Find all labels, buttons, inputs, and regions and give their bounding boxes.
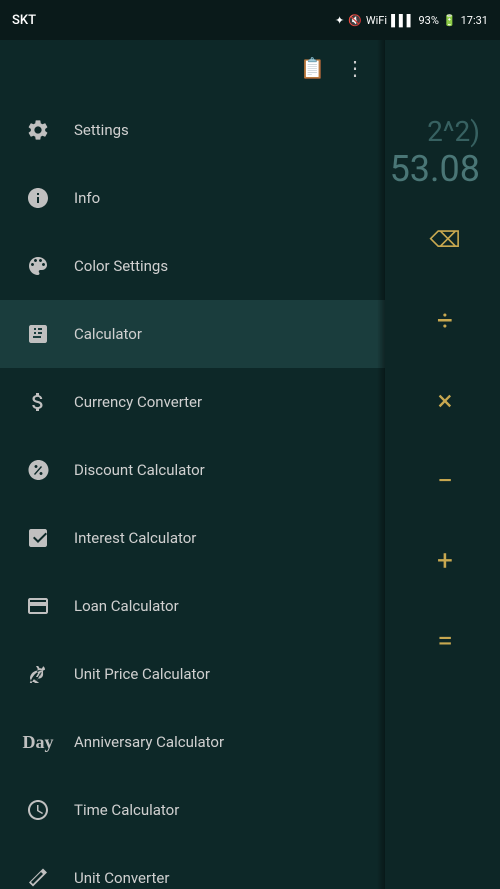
- discount-calculator-label: Discount Calculator: [74, 461, 205, 479]
- currency-icon: [16, 380, 60, 424]
- menu-item-loan-calculator[interactable]: Loan Calculator: [0, 572, 385, 640]
- clock-icon: [16, 788, 60, 832]
- mute-icon: 🔇: [348, 14, 362, 27]
- battery-label: 93%: [418, 14, 438, 27]
- subtract-button[interactable]: −: [410, 445, 480, 515]
- color-settings-label: Color Settings: [74, 257, 168, 275]
- drawer-toolbar: 📋 ⋮: [0, 40, 385, 96]
- currency-converter-label: Currency Converter: [74, 393, 202, 411]
- equals-button[interactable]: =: [410, 605, 480, 675]
- discount-icon: [16, 448, 60, 492]
- more-options-icon[interactable]: ⋮: [335, 46, 375, 90]
- unit-price-calculator-label: Unit Price Calculator: [74, 665, 210, 683]
- add-button[interactable]: +: [410, 525, 480, 595]
- menu-item-info[interactable]: Info: [0, 164, 385, 232]
- settings-icon: [16, 108, 60, 152]
- calculator-label: Calculator: [74, 325, 142, 343]
- anniversary-calculator-label: Anniversary Calculator: [74, 733, 224, 751]
- carrier-label: SKT: [12, 13, 36, 28]
- loan-calculator-label: Loan Calculator: [74, 597, 179, 615]
- multiply-button[interactable]: ×: [410, 365, 480, 435]
- menu-item-anniversary-calculator[interactable]: Day Anniversary Calculator: [0, 708, 385, 776]
- color-settings-icon: [16, 244, 60, 288]
- menu-item-unit-price-calculator[interactable]: Unit Price Calculator: [0, 640, 385, 708]
- interest-calculator-label: Interest Calculator: [74, 529, 196, 547]
- info-label: Info: [74, 189, 100, 207]
- backspace-button[interactable]: ⌫: [410, 205, 480, 275]
- menu-item-interest-calculator[interactable]: Interest Calculator: [0, 504, 385, 572]
- bluetooth-icon: ✦: [335, 14, 344, 27]
- unit-converter-label: Unit Converter: [74, 869, 169, 887]
- menu-item-unit-converter[interactable]: Unit Converter: [0, 844, 385, 889]
- menu-item-calculator[interactable]: Calculator: [0, 300, 385, 368]
- settings-label: Settings: [74, 121, 129, 139]
- clipboard-icon[interactable]: 📋: [290, 46, 335, 90]
- status-icons: ✦ 🔇 WiFi ▌▌▌ 93% 🔋 17:31: [335, 14, 488, 27]
- calc-expression: 2^2): [427, 115, 480, 148]
- menu-item-time-calculator[interactable]: Time Calculator: [0, 776, 385, 844]
- navigation-drawer: 📋 ⋮ Settings Info: [0, 40, 385, 889]
- battery-icon: 🔋: [443, 14, 457, 27]
- time-label: 17:31: [461, 14, 488, 27]
- wifi-icon: WiFi: [366, 14, 387, 27]
- loan-icon: [16, 584, 60, 628]
- time-calculator-label: Time Calculator: [74, 801, 179, 819]
- ruler-icon: [16, 856, 60, 889]
- day-icon: Day: [16, 720, 60, 764]
- calculator-icon: [16, 312, 60, 356]
- menu-list: Settings Info Color Settings: [0, 96, 385, 889]
- menu-item-settings[interactable]: Settings: [0, 96, 385, 164]
- calc-result: 53.08: [390, 148, 480, 190]
- scale-icon: [16, 652, 60, 696]
- menu-item-discount-calculator[interactable]: Discount Calculator: [0, 436, 385, 504]
- menu-item-currency-converter[interactable]: Currency Converter: [0, 368, 385, 436]
- signal-icon: ▌▌▌: [391, 14, 414, 27]
- status-bar: SKT ✦ 🔇 WiFi ▌▌▌ 93% 🔋 17:31: [0, 0, 500, 40]
- info-icon: [16, 176, 60, 220]
- divide-button[interactable]: ÷: [410, 285, 480, 355]
- menu-item-color-settings[interactable]: Color Settings: [0, 232, 385, 300]
- interest-icon: [16, 516, 60, 560]
